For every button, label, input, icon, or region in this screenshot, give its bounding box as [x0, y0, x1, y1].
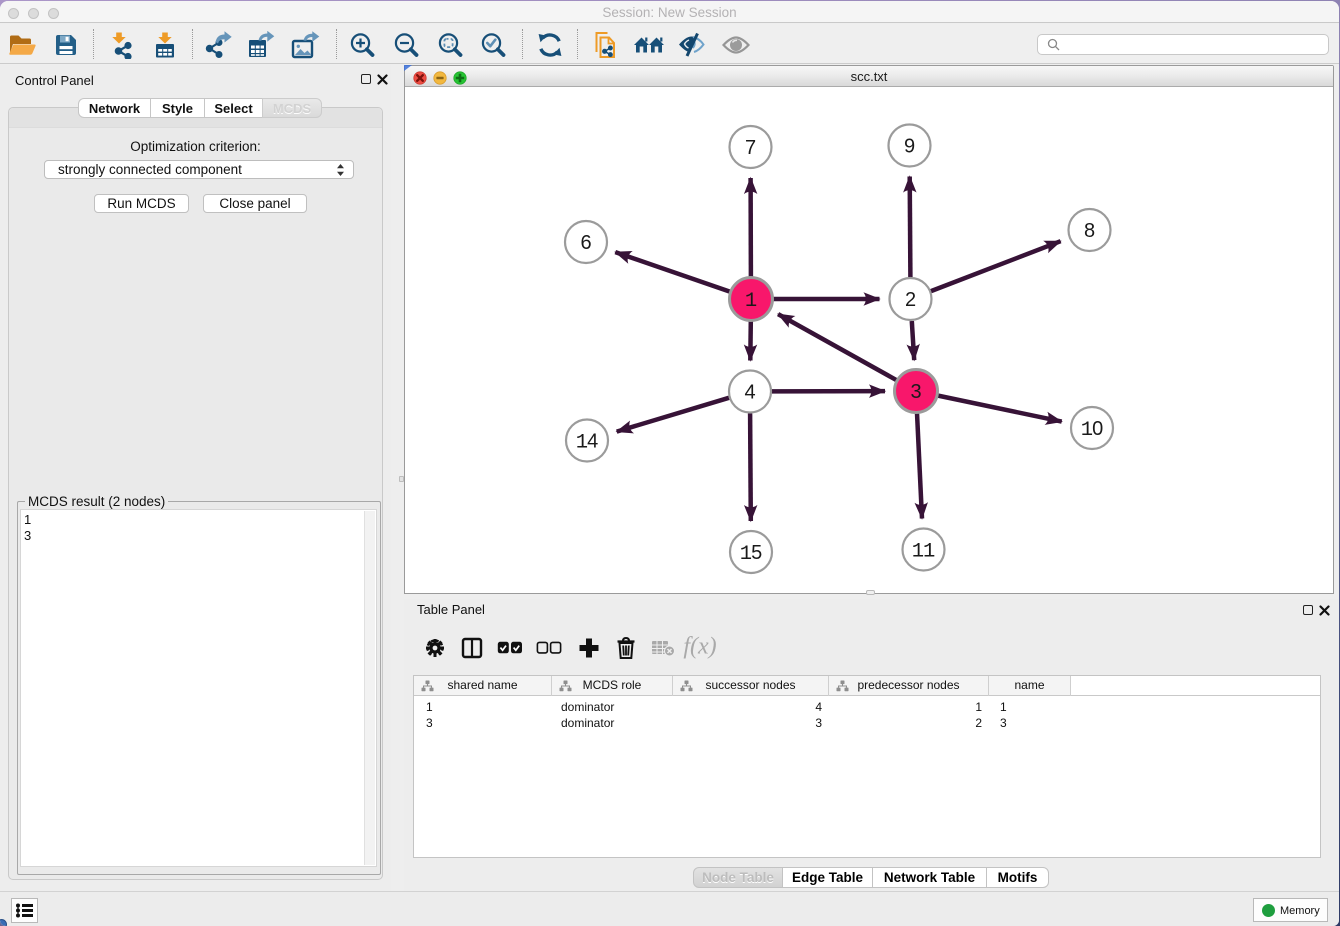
svg-text:15: 15 [740, 542, 762, 566]
svg-text:10: 10 [1081, 418, 1103, 442]
svg-text:1: 1 [745, 290, 757, 313]
svg-text:7: 7 [745, 137, 756, 159]
svg-text:2: 2 [905, 289, 916, 311]
svg-text:11: 11 [912, 541, 936, 564]
svg-text:8: 8 [1084, 220, 1095, 242]
svg-text:6: 6 [580, 232, 591, 254]
svg-text:9: 9 [904, 136, 915, 158]
svg-text:4: 4 [744, 382, 755, 404]
svg-text:14: 14 [576, 431, 598, 455]
svg-text:3: 3 [910, 381, 921, 403]
